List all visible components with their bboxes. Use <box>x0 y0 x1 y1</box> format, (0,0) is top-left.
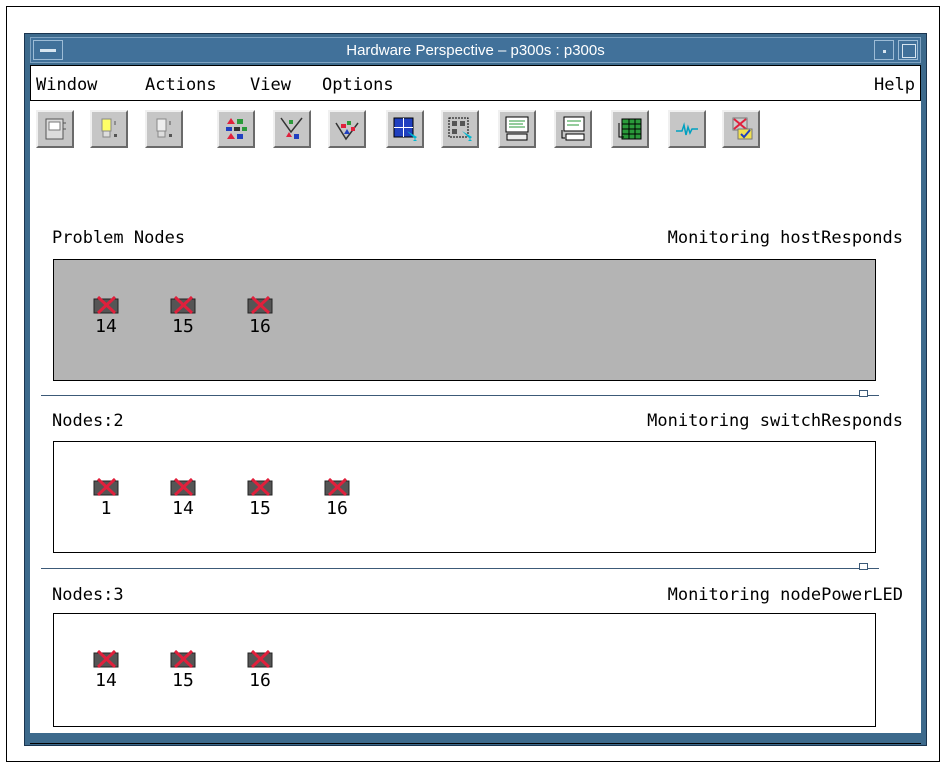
grid-deselect-icon <box>448 117 472 141</box>
nodes3-pane[interactable]: 14 15 16 <box>53 613 876 727</box>
node-item[interactable]: 14 <box>86 650 126 691</box>
shapes-grid-icon <box>226 118 247 139</box>
menu-bar: Window Actions View Options Help <box>30 65 921 101</box>
node-down-icon <box>93 650 119 668</box>
pane-separator[interactable] <box>41 568 879 569</box>
monitor-graph-icon <box>676 122 698 136</box>
node-down-icon <box>93 296 119 314</box>
node-item[interactable]: 15 <box>163 296 203 337</box>
menu-view[interactable]: View <box>250 75 291 95</box>
node-label: 16 <box>249 316 271 337</box>
node-down-icon <box>170 478 196 496</box>
node-item[interactable]: 14 <box>163 478 203 519</box>
menu-actions[interactable]: Actions <box>145 75 217 95</box>
node-down-icon <box>170 650 196 668</box>
menu-window[interactable]: Window <box>36 75 97 95</box>
pane2-monitoring: Monitoring switchResponds <box>647 411 903 431</box>
sash-handle[interactable] <box>859 390 868 397</box>
notebook-icon <box>45 118 66 140</box>
pane1-title: Problem Nodes <box>52 228 186 248</box>
node-down-icon <box>170 296 196 314</box>
node-label: 15 <box>172 316 194 337</box>
grid-deselect-button[interactable] <box>441 110 479 148</box>
grid-select-icon <box>393 117 417 141</box>
node-label: 15 <box>172 670 194 691</box>
hardware-perspective-window: Hardware Perspective – p300s : p300s Win… <box>24 33 927 746</box>
shapes-grid-button[interactable] <box>217 110 255 148</box>
node-item[interactable]: 16 <box>317 478 357 519</box>
menu-options[interactable]: Options <box>322 75 394 95</box>
pane2-title: Nodes:2 <box>52 411 124 431</box>
shapes-funnel-button[interactable] <box>273 110 311 148</box>
node-label: 1 <box>100 498 112 519</box>
monitor-graph-button[interactable] <box>668 110 706 148</box>
table-button[interactable] <box>611 110 649 148</box>
light-off-button[interactable] <box>145 110 183 148</box>
maximize-button[interactable] <box>898 40 918 60</box>
window-title: Hardware Perspective – p300s : p300s <box>346 42 605 59</box>
cancel-check-button[interactable] <box>722 110 760 148</box>
grid-select-button[interactable] <box>386 110 424 148</box>
pane-separator[interactable] <box>41 395 879 396</box>
shapes-funnel-filled-icon <box>335 121 359 141</box>
shapes-funnel-filled-button[interactable] <box>328 110 366 148</box>
node-down-icon <box>324 478 350 496</box>
node-item[interactable]: 15 <box>163 650 203 691</box>
status-bar <box>30 743 921 774</box>
screen-text-icon <box>505 116 529 141</box>
lightbulb-off-icon <box>156 118 172 138</box>
node-down-icon <box>247 650 273 668</box>
node-label: 14 <box>172 498 194 519</box>
screen-text-button[interactable] <box>498 110 536 148</box>
notebook-button[interactable] <box>36 110 74 148</box>
title-bar[interactable]: Hardware Perspective – p300s : p300s <box>30 37 921 63</box>
lightbulb-on-icon <box>101 118 117 138</box>
node-label: 14 <box>95 316 117 337</box>
screen-keyboard-button[interactable] <box>554 110 592 148</box>
problem-nodes-pane[interactable]: 14 15 16 <box>53 259 876 381</box>
pane3-title: Nodes:3 <box>52 585 124 605</box>
light-on-button[interactable] <box>90 110 128 148</box>
nodes2-pane[interactable]: 1 14 15 16 <box>53 441 876 553</box>
minimize-button[interactable] <box>874 40 894 60</box>
pane1-monitoring: Monitoring hostResponds <box>667 228 903 248</box>
node-label: 16 <box>249 670 271 691</box>
menu-help[interactable]: Help <box>874 75 915 95</box>
pane3-monitoring: Monitoring nodePowerLED <box>667 585 903 605</box>
node-label: 14 <box>95 670 117 691</box>
node-item[interactable]: 15 <box>240 478 280 519</box>
node-item[interactable]: 16 <box>240 296 280 337</box>
screen-keyboard-icon <box>561 116 585 141</box>
sash-handle[interactable] <box>859 563 868 570</box>
shapes-funnel-icon <box>280 117 303 139</box>
node-down-icon <box>247 296 273 314</box>
node-label: 16 <box>326 498 348 519</box>
cancel-check-icon <box>732 117 753 140</box>
node-item[interactable]: 1 <box>86 478 126 519</box>
node-down-icon <box>247 478 273 496</box>
node-item[interactable]: 16 <box>240 650 280 691</box>
node-label: 15 <box>249 498 271 519</box>
node-item[interactable]: 14 <box>86 296 126 337</box>
table-icon <box>618 118 642 140</box>
node-down-icon <box>93 478 119 496</box>
client-area: Window Actions View Options Help Problem… <box>30 65 921 744</box>
